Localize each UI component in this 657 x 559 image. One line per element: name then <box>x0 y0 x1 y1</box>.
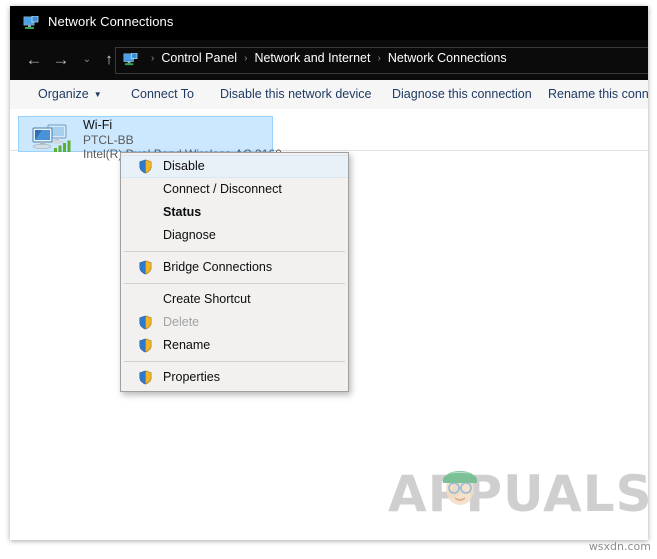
menu-separator-1 <box>124 251 345 252</box>
menu-item-rename-label: Rename <box>163 338 211 352</box>
breadcrumb-separator-2: › <box>377 53 381 64</box>
menu-item-properties[interactable]: Properties <box>121 366 348 389</box>
chevron-down-icon[interactable]: ⌄ <box>77 50 97 70</box>
network-connections-window: Network Connections ← → ⌄ ↑ › Control Pan… <box>10 6 648 540</box>
toolbar-organize-label: Organize <box>38 87 89 101</box>
breadcrumb-item-network-and-internet[interactable]: Network and Internet <box>254 51 370 65</box>
menu-item-diagnose-label: Diagnose <box>163 228 216 242</box>
breadcrumb-separator-1: › <box>244 53 248 64</box>
menu-item-bridge-connections[interactable]: Bridge Connections <box>121 256 348 279</box>
menu-item-delete: Delete <box>121 311 348 334</box>
title-bar: Network Connections <box>10 6 648 40</box>
toolbar-organize-button[interactable]: Organize ▼ <box>38 87 102 101</box>
forward-icon[interactable]: → <box>51 50 71 70</box>
menu-item-connect-disconnect[interactable]: Connect / Disconnect <box>121 178 348 201</box>
menu-item-properties-label: Properties <box>163 370 220 384</box>
connection-item-wifi[interactable]: Wi-Fi PTCL-BB Intel(R) Dual Band Wireles… <box>18 116 282 161</box>
breadcrumb-separator-0: › <box>151 53 155 64</box>
command-toolbar: Organize ▼ Connect To Disable this networ… <box>10 80 648 110</box>
breadcrumb: › Control Panel › Network and Internet › Netw… <box>144 51 507 65</box>
breadcrumb-item-control-panel[interactable]: Control Panel <box>161 51 237 65</box>
shield-icon <box>138 315 153 330</box>
menu-item-diagnose[interactable]: Diagnose <box>121 224 348 247</box>
shield-icon <box>138 338 153 353</box>
window-title: Network Connections <box>48 14 174 29</box>
menu-separator-3 <box>124 361 345 362</box>
toolbar-disable-device-button[interactable]: Disable this network device <box>220 87 371 101</box>
menu-item-rename[interactable]: Rename <box>121 334 348 357</box>
menu-item-bridge-connections-label: Bridge Connections <box>163 260 273 274</box>
breadcrumb-item-network-connections[interactable]: Network Connections <box>388 51 507 65</box>
chevron-down-icon: ▼ <box>93 90 102 99</box>
menu-item-connect-disconnect-label: Connect / Disconnect <box>163 182 282 196</box>
shield-icon <box>138 260 153 275</box>
back-icon[interactable]: ← <box>24 50 44 70</box>
menu-item-create-shortcut-label: Create Shortcut <box>163 292 251 306</box>
menu-item-disable[interactable]: Disable <box>121 155 348 178</box>
menu-item-status[interactable]: Status <box>121 201 348 224</box>
control-panel-icon <box>123 52 138 67</box>
context-menu: Disable Connect / Disconnect Status Diag… <box>120 152 349 392</box>
toolbar-diagnose-connection-button[interactable]: Diagnose this connection <box>392 87 532 101</box>
shield-icon <box>138 370 153 385</box>
address-bar[interactable]: › Control Panel › Network and Internet › Netw… <box>115 47 648 74</box>
source-credit: wsxdn.com <box>588 540 651 553</box>
toolbar-rename-connection-button[interactable]: Rename this connection <box>548 87 648 101</box>
shield-icon <box>138 159 153 174</box>
connection-name: Wi-Fi <box>83 118 113 132</box>
toolbar-connect-to-button[interactable]: Connect To <box>131 87 194 101</box>
menu-item-status-label: Status <box>163 205 202 219</box>
menu-item-delete-label: Delete <box>163 315 200 329</box>
network-connections-icon <box>23 15 39 31</box>
wireless-adapter-icon <box>29 122 75 154</box>
connection-network: PTCL-BB <box>83 133 134 147</box>
menu-item-disable-label: Disable <box>163 159 205 173</box>
navigation-bar: ← → ⌄ ↑ › Control Panel › Network and Inter… <box>10 40 648 80</box>
menu-separator-2 <box>124 283 345 284</box>
menu-item-create-shortcut[interactable]: Create Shortcut <box>121 288 348 311</box>
